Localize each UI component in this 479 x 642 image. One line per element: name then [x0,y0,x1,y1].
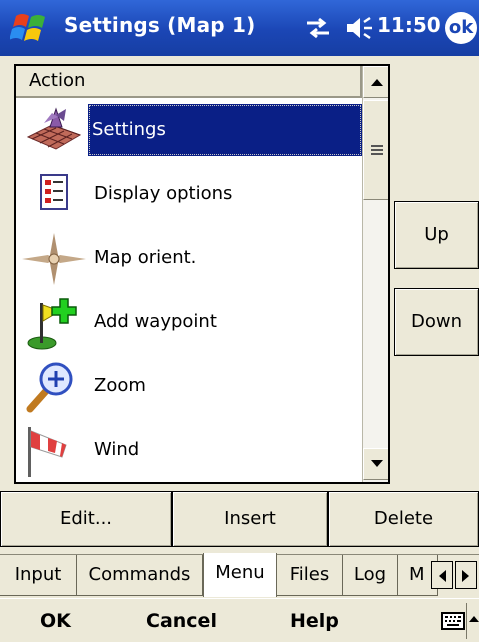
scroll-grip-line [371,153,383,155]
column-header-action[interactable]: Action [16,66,362,98]
insert-button[interactable]: Insert [172,491,328,547]
list-item-add-waypoint[interactable]: Add waypoint [16,290,362,354]
scroll-up-button[interactable] [363,66,388,98]
list-item-label: Wind [94,439,140,460]
tab-files[interactable]: Files [277,555,343,596]
title-bar: Settings (Map 1) 11:50 ok [0,0,479,56]
volume-icon[interactable] [344,14,374,42]
list-item-label: Display options [94,183,233,204]
list-item-label: Zoom [94,375,146,396]
list-item-display-options[interactable]: Display options [16,162,362,226]
list-item-zoom[interactable]: Zoom [16,354,362,418]
separator [466,603,467,639]
list-item-settings[interactable]: Settings [16,98,362,162]
window-title: Settings (Map 1) [64,13,256,37]
vertical-scrollbar[interactable] [362,66,388,482]
tab-menu[interactable]: Menu [203,553,277,597]
help-softkey[interactable]: Help [290,599,339,642]
connectivity-icon[interactable] [303,14,333,42]
windows-start-icon[interactable] [10,8,52,48]
edit-button[interactable]: Edit... [0,491,172,547]
clock[interactable]: 11:50 [377,13,441,37]
list-item-label: Add waypoint [94,311,217,332]
tab-input[interactable]: Input [0,555,77,596]
list-item-map-orient[interactable]: Map orient. [16,226,362,290]
soft-key-menu-bar: OK Cancel Help [0,598,479,642]
cancel-softkey[interactable]: Cancel [146,599,217,642]
settings-grid-icon [26,107,82,150]
delete-button[interactable]: Delete [328,491,479,547]
list-item-wind[interactable]: Wind [16,418,362,482]
scroll-grip-line [371,145,383,147]
keyboard-icon[interactable] [441,610,465,632]
list-item-label: Map orient. [94,247,197,268]
tab-scroll-right-button[interactable] [455,561,477,589]
ok-close-button[interactable]: ok [445,12,477,44]
arrow-left-icon [439,570,446,582]
ok-softkey[interactable]: OK [40,599,71,642]
scroll-down-button[interactable] [363,448,388,480]
tab-log[interactable]: Log [343,555,398,596]
action-list-rows: Settings Display options Map orient. Add… [16,98,362,482]
display-options-icon [40,174,68,210]
arrow-down-icon [371,460,383,467]
scroll-thumb[interactable] [363,100,388,200]
tab-scroll-arrows [431,561,479,589]
list-item-label: Settings [88,104,362,156]
tab-scroll-left-button[interactable] [431,561,453,589]
windsock-icon [28,427,67,477]
arrow-right-icon [462,570,469,582]
tab-strip: Input Commands Menu Files Log M [0,553,479,598]
down-button[interactable]: Down [394,288,479,356]
arrow-up-icon [371,79,383,86]
action-list: Action Settings Display options Map orie… [14,64,390,484]
tab-commands[interactable]: Commands [77,555,203,596]
up-button[interactable]: Up [394,201,479,269]
add-waypoint-flag-icon [27,298,77,350]
zoom-magnifier-icon [26,362,73,413]
compass-rose-icon [22,233,86,285]
input-panel-arrow-icon[interactable] [469,615,479,623]
scroll-grip-line [371,149,383,151]
